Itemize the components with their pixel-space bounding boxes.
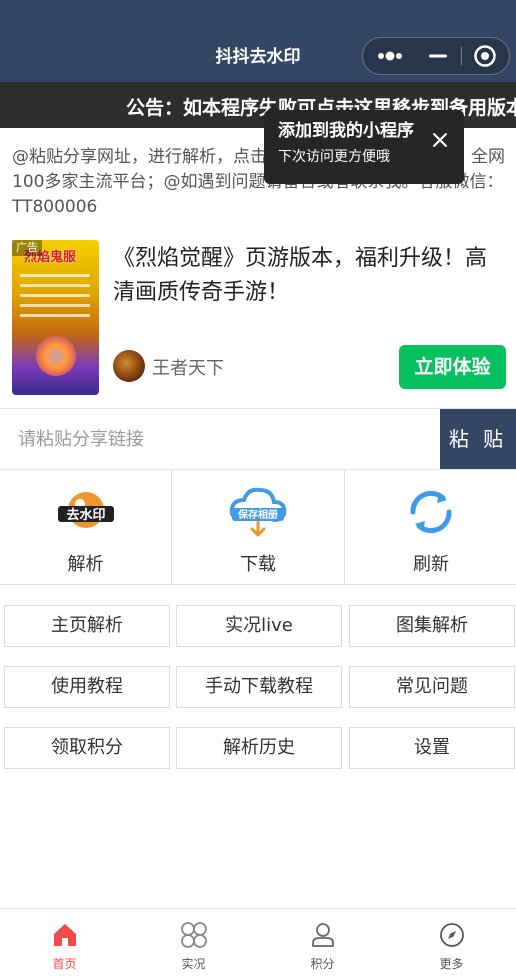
tab-points[interactable]: 积分 (258, 909, 387, 976)
tab-live-label: 实况 (181, 957, 206, 971)
minimize-icon (429, 54, 447, 58)
refresh-action-button[interactable]: 刷新 (345, 470, 516, 584)
paste-button[interactable]: 粘 贴 (440, 409, 516, 469)
four-petal-icon (180, 922, 207, 948)
download-label: 下载 (240, 554, 276, 575)
ad-image-decor (20, 284, 90, 287)
ad-image-decor (20, 314, 90, 317)
target-circle-icon (474, 45, 496, 67)
refresh-label: 刷新 (413, 554, 449, 575)
ad-headline[interactable]: 《烈焰觉醒》页游版本，福利升级！高清画质传奇手游！ (113, 242, 493, 310)
ad-brand-avatar (113, 350, 145, 382)
svg-text:保存相册: 保存相册 (237, 508, 278, 521)
tab-home-label: 首页 (52, 957, 77, 971)
tab-more[interactable]: 更多 (387, 909, 516, 976)
bottom-tab-bar: 首页 实况 积分 更多 (0, 908, 516, 976)
watermark-remove-icon: 去水印 (57, 492, 114, 528)
tooltip-subtitle: 下次访问更方便哦 (278, 149, 390, 165)
ad-game-image[interactable]: 烈焰鬼服 (12, 240, 99, 395)
tab-points-label: 积分 (310, 957, 335, 971)
ad-cta-button[interactable]: 立即体验 (399, 345, 506, 389)
ad-image-decor (20, 304, 90, 307)
parse-label: 解析 (67, 554, 104, 575)
homepage-parse-button[interactable]: 主页解析 (4, 605, 170, 647)
ad-image-decor (20, 274, 90, 277)
home-icon (53, 924, 76, 946)
gallery-parse-button[interactable]: 图集解析 (349, 605, 515, 647)
tooltip-close-button[interactable] (430, 130, 450, 150)
minimize-button[interactable] (419, 38, 457, 74)
tooltip-title: 添加到我的小程序 (278, 121, 414, 141)
ad-badge: 广告 (12, 240, 42, 256)
paste-input-row: 粘 贴 (0, 408, 516, 470)
close-miniprogram-button[interactable] (463, 38, 509, 74)
claim-points-button[interactable]: 领取积分 (4, 727, 170, 769)
more-dots-icon (378, 51, 402, 61)
parse-history-button[interactable]: 解析历史 (176, 727, 342, 769)
more-button[interactable] (363, 38, 423, 74)
mini-program-capsule (362, 37, 510, 75)
user-icon (311, 923, 334, 947)
tab-live[interactable]: 实况 (129, 909, 258, 976)
cloud-download-icon: 保存相册 (229, 487, 287, 537)
live-photo-button[interactable]: 实况live (176, 605, 342, 647)
manual-download-tutorial-button[interactable]: 手动下载教程 (176, 666, 342, 708)
ad-banner[interactable]: 烈焰鬼服 广告 《烈焰觉醒》页游版本，福利升级！高清画质传奇手游！ 王者天下 立… (0, 230, 516, 408)
ad-image-decor (20, 294, 90, 297)
tab-home[interactable]: 首页 (0, 909, 129, 976)
capsule-divider (461, 47, 462, 65)
ad-image-character (36, 336, 76, 376)
tab-more-label: 更多 (439, 957, 464, 971)
close-icon (433, 133, 447, 147)
ad-brand-name: 王者天下 (152, 358, 224, 379)
download-action-button[interactable]: 保存相册 下载 (172, 470, 345, 584)
share-link-input[interactable] (0, 409, 440, 469)
parse-action-button[interactable]: 去水印 解析 (0, 470, 172, 584)
compass-icon (439, 923, 464, 947)
navigation-bar: 抖抖去水印 (0, 0, 516, 82)
tutorial-button[interactable]: 使用教程 (4, 666, 170, 708)
settings-button[interactable]: 设置 (349, 727, 515, 769)
add-to-my-miniprogram-tooltip: 添加到我的小程序 下次访问更方便哦 (264, 110, 464, 184)
faq-button[interactable]: 常见问题 (349, 666, 515, 708)
refresh-icon (410, 490, 452, 534)
svg-text:去水印: 去水印 (66, 507, 105, 523)
action-grid: 去水印 解析 保存相册 下载 刷新 (0, 470, 516, 585)
